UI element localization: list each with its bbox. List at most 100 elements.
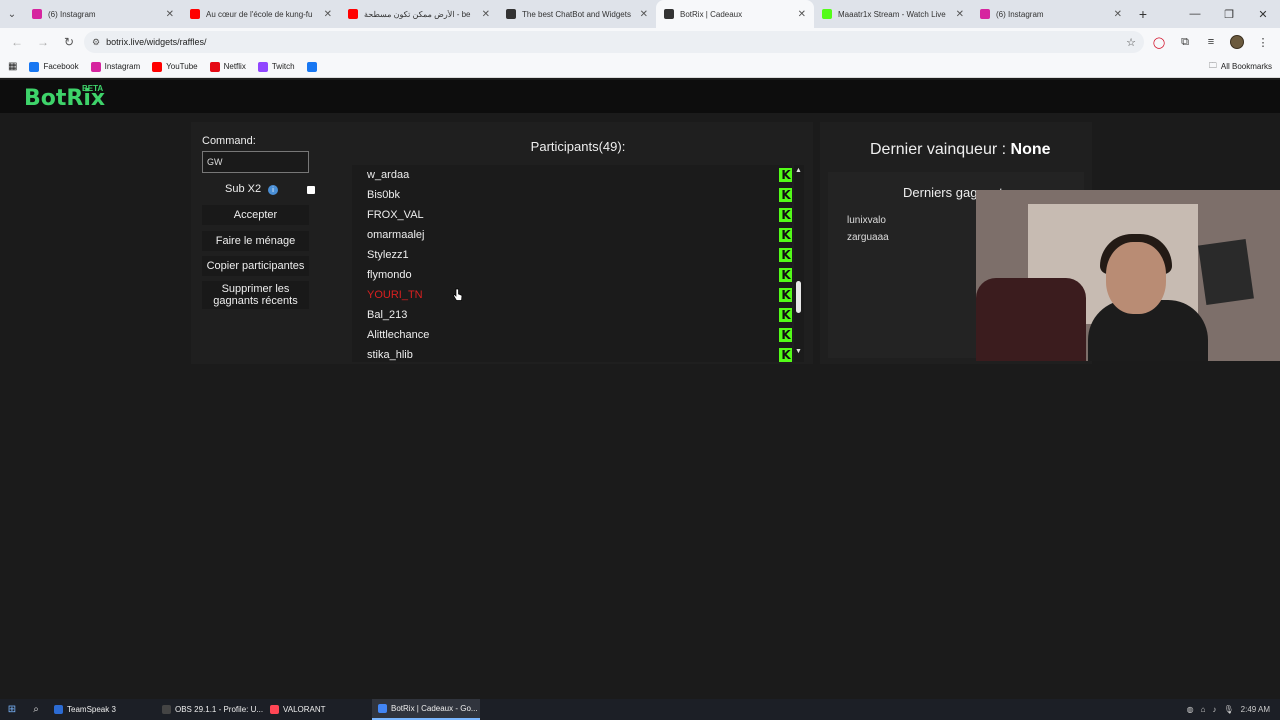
bookmark-label: YouTube — [166, 62, 198, 71]
tab-label: The best ChatBot and Widgets — [522, 9, 631, 19]
info-icon[interactable]: i — [268, 185, 278, 195]
participant-name: Bal_213 — [367, 309, 408, 321]
bookmark-item[interactable]: Netflix — [209, 61, 246, 72]
participant-row[interactable]: stika_hlib K — [367, 345, 792, 362]
close-tab-icon[interactable]: ✕ — [798, 9, 806, 20]
bookmark-item[interactable] — [306, 61, 317, 72]
close-tab-icon[interactable]: ✕ — [482, 9, 490, 20]
chrome-icon — [378, 704, 387, 713]
browser-tab[interactable]: BotRix | Cadeaux ✕ — [656, 0, 814, 28]
search-icon[interactable]: ⌕ — [24, 699, 48, 720]
folder-icon: 🗀 — [1208, 60, 1217, 70]
bookmark-label: Twitch — [271, 62, 295, 71]
accept-button[interactable]: Accepter — [202, 205, 309, 225]
taskbar-app[interactable]: TeamSpeak 3 — [48, 699, 156, 720]
clock[interactable]: 2:49 AM — [1241, 705, 1270, 714]
taskbar-app[interactable]: VALORANT — [264, 699, 372, 720]
reading-list-icon[interactable]: ≡ — [1200, 31, 1222, 53]
facebook-icon — [306, 61, 317, 72]
browser-tab[interactable]: الأرض ممكن تكون مسطحة - be ✕ — [340, 0, 498, 28]
tab-label: (6) Instagram — [48, 9, 96, 19]
kick-logo-icon: K — [779, 188, 792, 202]
network-icon[interactable]: ⌂ — [1201, 705, 1206, 714]
browser-tab[interactable]: (6) Instagram ✕ — [24, 0, 182, 28]
windows-start-icon[interactable]: ⊞ — [0, 699, 24, 720]
participant-name: flymondo — [367, 269, 412, 281]
opera-extension-icon[interactable]: ◯ — [1148, 31, 1170, 53]
participant-name: Alittlechance — [367, 329, 430, 341]
minimize-icon[interactable]: — — [1178, 0, 1212, 28]
participant-row[interactable]: Stylezz1 K — [367, 245, 792, 265]
instagram-icon — [980, 9, 990, 19]
all-bookmarks-button[interactable]: 🗀 All Bookmarks — [1209, 60, 1272, 74]
command-input[interactable] — [202, 151, 309, 173]
url-field[interactable]: ⚙ botrix.live/widgets/raffles/ ☆ — [84, 31, 1144, 53]
microphone-icon[interactable]: 🎙 — [1223, 705, 1233, 714]
close-tab-icon[interactable]: ✕ — [166, 9, 174, 20]
close-tab-icon[interactable]: ✕ — [1114, 9, 1122, 20]
reload-icon[interactable]: ↻ — [58, 31, 80, 53]
bookmark-label: Netflix — [223, 62, 246, 71]
browser-tab[interactable]: (6) Instagram ✕ — [972, 0, 1130, 28]
scroll-up-arrow-icon[interactable]: ▲ — [795, 167, 802, 174]
bookmark-item[interactable]: YouTube — [152, 61, 198, 72]
participant-row[interactable]: Bal_213 K — [367, 305, 792, 325]
kick-logo-icon: K — [779, 348, 792, 362]
close-tab-icon[interactable]: ✕ — [324, 9, 332, 20]
scroll-down-arrow-icon[interactable]: ▼ — [795, 348, 802, 355]
forward-icon[interactable]: → — [32, 31, 54, 53]
last-winner: Dernier vainqueur : None — [870, 141, 1051, 159]
taskbar-app-label: OBS 29.1.1 - Profile: U... — [175, 705, 264, 714]
kick-logo-icon: K — [779, 248, 792, 262]
close-window-icon[interactable]: ✕ — [1246, 0, 1280, 28]
participant-row[interactable]: Alittlechance K — [367, 325, 792, 345]
taskbar-app-label: BotRix | Cadeaux - Go... — [391, 704, 478, 713]
participants-title: Participants(49): — [530, 139, 626, 154]
bookmark-item[interactable]: Instagram — [90, 61, 140, 72]
browser-tab[interactable]: The best ChatBot and Widgets ✕ — [498, 0, 656, 28]
participant-row[interactable]: YOURI_TN K — [367, 285, 792, 305]
tab-search-chevron-icon[interactable]: ⌄ — [0, 0, 24, 28]
restore-icon[interactable]: ❐ — [1212, 0, 1246, 28]
tray-icon[interactable]: ◍ — [1187, 705, 1194, 714]
profile-avatar[interactable] — [1226, 31, 1248, 53]
taskbar-app[interactable]: BotRix | Cadeaux - Go... — [372, 699, 480, 720]
bookmark-item[interactable]: Twitch — [257, 61, 295, 72]
participants-scrollbar[interactable] — [794, 165, 804, 362]
participants-list[interactable]: w_ardaa K Bis0bk K FROX_VAL Komarmaalej K Style… — [352, 165, 792, 362]
back-icon[interactable]: ← — [6, 31, 28, 53]
bookmark-star-icon[interactable]: ☆ — [1126, 36, 1136, 49]
youtube-icon — [152, 61, 163, 72]
extensions-icon[interactable]: ⧉ — [1174, 31, 1196, 53]
participant-row[interactable]: flymondo K — [367, 265, 792, 285]
participant-row[interactable]: Bis0bk K — [367, 185, 792, 205]
youtube-icon — [190, 9, 200, 19]
browser-tab[interactable]: Au cœur de l'école de kung-fu ✕ — [182, 0, 340, 28]
botrix-icon — [664, 9, 674, 19]
volume-icon[interactable]: ♪ — [1212, 705, 1216, 714]
participant-row[interactable]: FROX_VAL K — [367, 205, 792, 225]
bookmark-item[interactable]: Facebook — [29, 61, 79, 72]
browser-tab[interactable]: Maaatr1x Stream - Watch Live ✕ — [814, 0, 972, 28]
scrollbar-thumb[interactable] — [796, 281, 801, 313]
site-info-icon[interactable]: ⚙ — [92, 37, 100, 48]
close-tab-icon[interactable]: ✕ — [640, 9, 648, 20]
participant-row[interactable]: omarmaalej K — [367, 225, 792, 245]
taskbar-app[interactable]: OBS 29.1.1 - Profile: U... — [156, 699, 264, 720]
obs-icon — [162, 705, 171, 714]
recent-winner-item: lunixvalo — [847, 215, 886, 226]
participant-name: FROX_VAL — [367, 209, 424, 221]
delete-recent-winners-button[interactable]: Supprimer les gagnants récents — [202, 281, 309, 309]
participant-name: YOURI_TN — [367, 289, 423, 301]
participant-name: w_ardaa — [367, 169, 410, 181]
url-text[interactable]: botrix.live/widgets/raffles/ — [106, 37, 1120, 47]
browser-menu-icon[interactable]: ⋮ — [1252, 31, 1274, 53]
new-tab-button[interactable]: + — [1130, 0, 1156, 28]
address-bar: ← → ↻ ⚙ botrix.live/widgets/raffles/ ☆ ◯… — [0, 28, 1280, 56]
apps-grid-icon[interactable]: ▦ — [8, 61, 17, 72]
close-tab-icon[interactable]: ✕ — [956, 9, 964, 20]
clean-button[interactable]: Faire le ménage — [202, 231, 309, 251]
copy-participants-button[interactable]: Copier participantes — [202, 256, 309, 276]
sub-x2-checkbox[interactable] — [307, 186, 315, 194]
participant-row[interactable]: w_ardaa K — [367, 165, 792, 185]
